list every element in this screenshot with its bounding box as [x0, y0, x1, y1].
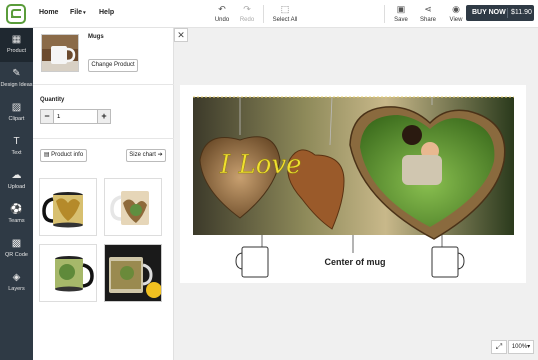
select-all-label: Select All: [272, 17, 298, 23]
menu-file-label: File: [70, 9, 83, 16]
product-name: Mugs: [88, 34, 104, 40]
sidebar-item-layers[interactable]: ◈ Layers: [0, 266, 33, 300]
arrow-right-circle-icon: ➔: [157, 152, 163, 158]
redo-icon: ↷: [243, 4, 251, 14]
mug-right-icon: [431, 246, 465, 278]
expand-icon: ⤢: [495, 342, 503, 351]
buy-now-label: BUY NOW: [472, 9, 506, 16]
layers-icon: ◈: [12, 272, 21, 283]
sidebar: ▦ Product ✎ Design Ideas ▨ Clipart T Tex…: [0, 28, 33, 360]
buy-now-price: $11.90: [511, 9, 532, 16]
menu-home[interactable]: Home: [39, 9, 58, 16]
teams-icon: ⚽: [10, 204, 23, 215]
mug-image: [105, 179, 161, 235]
sidebar-item-label: Clipart: [8, 116, 25, 122]
image-icon: ▨: [11, 102, 22, 113]
design-ideas-icon: ✎: [12, 68, 21, 79]
sidebar-item-label: Product: [7, 48, 26, 54]
top-toolbar: Home File▾ Help ↶ Undo ↷ Redo ⬚ Select A…: [0, 0, 538, 28]
size-chart-button[interactable]: Size chart ➔: [126, 149, 166, 162]
sidebar-item-design-ideas[interactable]: ✎ Design Ideas: [0, 62, 33, 96]
sidebar-item-upload[interactable]: ☁ Upload: [0, 164, 33, 198]
save-label: Save: [394, 17, 408, 23]
chevron-down-icon: ▾: [83, 10, 86, 16]
sidebar-item-teams[interactable]: ⚽ Teams: [0, 198, 33, 232]
script-text[interactable]: I Love: [219, 150, 302, 180]
mug-photo: [42, 35, 78, 71]
mug-left-icon: [235, 246, 269, 278]
plus-icon[interactable]: +: [97, 110, 110, 123]
sidebar-item-label: Design Ideas: [0, 82, 33, 88]
quantity-input[interactable]: [57, 111, 95, 122]
center-of-mug-label: Center of mug: [324, 257, 385, 267]
sidebar-item-text[interactable]: T Text: [0, 130, 33, 164]
sidebar-item-label: Teams: [8, 218, 25, 224]
mug-variant-thumbnail[interactable]: [39, 178, 97, 236]
person-head: [402, 125, 422, 145]
sidebar-item-label: Text: [11, 150, 22, 156]
product-thumbnail: [41, 34, 79, 72]
text-icon: T: [13, 136, 20, 147]
product-info-label: Product info: [51, 152, 84, 158]
share-icon: ⋖: [424, 4, 432, 14]
toolbar-divider: [263, 5, 264, 23]
select-all-icon: ⬚: [280, 4, 290, 14]
mug-variant-thumbnail[interactable]: [104, 178, 162, 236]
size-chart-label: Size chart: [129, 152, 156, 158]
sidebar-item-clipart[interactable]: ▨ Clipart: [0, 96, 33, 130]
share-label: Share: [419, 17, 436, 23]
save-button[interactable]: ▣ Save: [386, 4, 416, 23]
close-panel-button[interactable]: ✕: [174, 28, 188, 42]
mug-design-canvas[interactable]: I Love Center of mug: [180, 85, 526, 283]
product-info-button[interactable]: ▤ Product info: [40, 149, 87, 162]
change-product-button[interactable]: Change Product: [88, 59, 138, 72]
mug-image: [40, 245, 96, 301]
sidebar-item-label: QR Code: [5, 252, 28, 258]
grid-icon: ▦: [11, 34, 22, 45]
share-button[interactable]: ⋖ Share: [413, 4, 443, 23]
buy-now-divider: [507, 8, 508, 18]
mug-image: [40, 179, 96, 235]
divider: [33, 84, 174, 85]
zoom-value: 100%: [511, 344, 528, 350]
buy-now-button[interactable]: BUY NOW $11.90: [466, 5, 534, 21]
minus-icon[interactable]: −: [41, 110, 54, 123]
zoom-select[interactable]: 100%▾: [508, 340, 534, 354]
divider: [33, 138, 174, 139]
upload-icon: ☁: [11, 170, 22, 181]
document-icon: ▤: [43, 152, 50, 158]
menu-file[interactable]: File▾: [70, 9, 86, 16]
menu-help[interactable]: Help: [99, 9, 114, 16]
mug-variant-thumbnail[interactable]: [39, 244, 97, 302]
sidebar-item-product[interactable]: ▦ Product: [0, 28, 33, 62]
toolbar-divider: [384, 5, 385, 23]
quantity-label: Quantity: [40, 97, 65, 103]
sidebar-item-qr-code[interactable]: ▩ QR Code: [0, 232, 33, 266]
save-icon: ▣: [396, 4, 406, 14]
sidebar-item-label: Layers: [8, 286, 25, 292]
select-all-button[interactable]: ⬚ Select All: [270, 4, 300, 23]
qr-code-icon: ▩: [11, 238, 22, 249]
redo-label: Redo: [239, 17, 255, 23]
sidebar-item-label: Upload: [7, 184, 26, 190]
fit-screen-button[interactable]: ⤢: [491, 340, 507, 354]
mug-variant-thumbnail[interactable]: [104, 244, 162, 302]
product-panel: Mugs Change Product Quantity − + ▤ Produ…: [33, 28, 174, 360]
person-body: [402, 155, 442, 185]
logo-icon[interactable]: [6, 4, 26, 24]
design-sheet: I Love Center of mug: [180, 85, 526, 283]
mug-lifestyle-image: [105, 245, 161, 301]
quantity-stepper: − +: [40, 109, 111, 124]
chevron-down-icon: ▾: [527, 344, 531, 350]
redo-button[interactable]: ↷ Redo: [232, 4, 262, 23]
